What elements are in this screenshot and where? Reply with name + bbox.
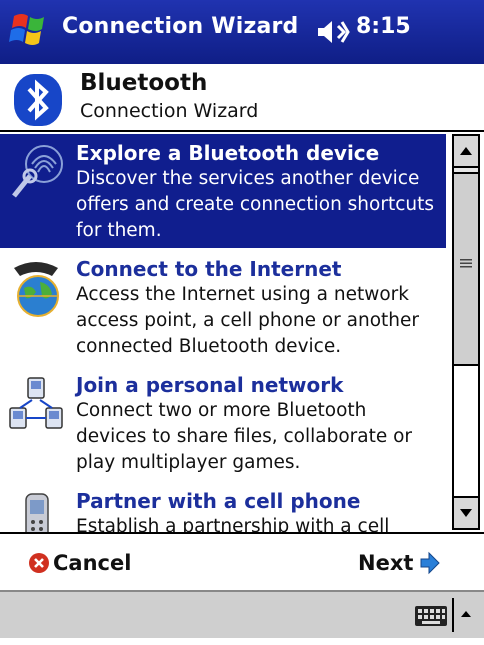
cancel-icon [29,553,49,573]
arrow-down-icon [460,509,472,517]
fingerprint-search-icon [12,145,63,198]
cancel-button[interactable]: Cancel [28,550,131,576]
app-title: Connection Wizard [62,14,299,39]
list-item-personal-network[interactable]: Join a personal network Connect two or m… [0,366,446,480]
wizard-navigation: Cancel Next [0,532,484,590]
item-description: Discover the services another device off… [76,168,435,241]
divider [452,598,454,632]
keyboard-icon[interactable] [414,604,448,628]
arrow-right-icon [420,551,441,575]
list-item-connect-internet[interactable]: Connect to the Internet Access the Inter… [0,250,446,364]
page-subtitle: Connection Wizard [80,100,259,122]
bluetooth-icon [14,74,62,126]
clock[interactable]: 8:15 [356,14,411,39]
cancel-label: Cancel [53,551,132,575]
scroll-up-button[interactable] [454,136,478,168]
item-description: Establish a partnership with a cell [76,516,390,532]
option-list: Explore a Bluetooth device Discover the … [0,132,452,532]
scroll-down-button[interactable] [454,496,478,528]
grip-icon [460,259,472,268]
list-item-partner-phone[interactable]: Partner with a cell phone Establish a pa… [0,482,446,532]
network-devices-icon [9,377,63,429]
cell-phone-icon [25,493,49,532]
speaker-icon[interactable] [316,18,350,46]
wizard-header: Bluetooth Connection Wizard [0,64,484,132]
list-item-explore-device[interactable]: Explore a Bluetooth device Discover the … [0,134,446,248]
item-title: Connect to the Internet [76,257,342,281]
page-title: Bluetooth [80,70,208,96]
input-panel-bar [0,590,484,638]
globe-phone-icon [14,262,59,317]
item-title: Join a personal network [76,373,344,397]
scroll-track[interactable] [454,366,478,498]
title-bar: Connection Wizard 8:15 [0,0,484,64]
bottom-edge [0,638,484,645]
scroll-thumb[interactable] [454,172,478,366]
windows-start-icon[interactable] [6,8,52,52]
item-description: Connect two or more Bluetooth devices to… [76,400,413,473]
item-description: Access the Internet using a network acce… [76,284,420,357]
chevron-up-icon[interactable] [458,608,474,620]
next-label: Next [358,551,414,575]
item-title: Explore a Bluetooth device [76,141,380,165]
item-title: Partner with a cell phone [76,489,361,513]
next-button[interactable]: Next [358,550,441,576]
scrollbar[interactable] [452,134,480,530]
arrow-up-icon [460,147,472,155]
